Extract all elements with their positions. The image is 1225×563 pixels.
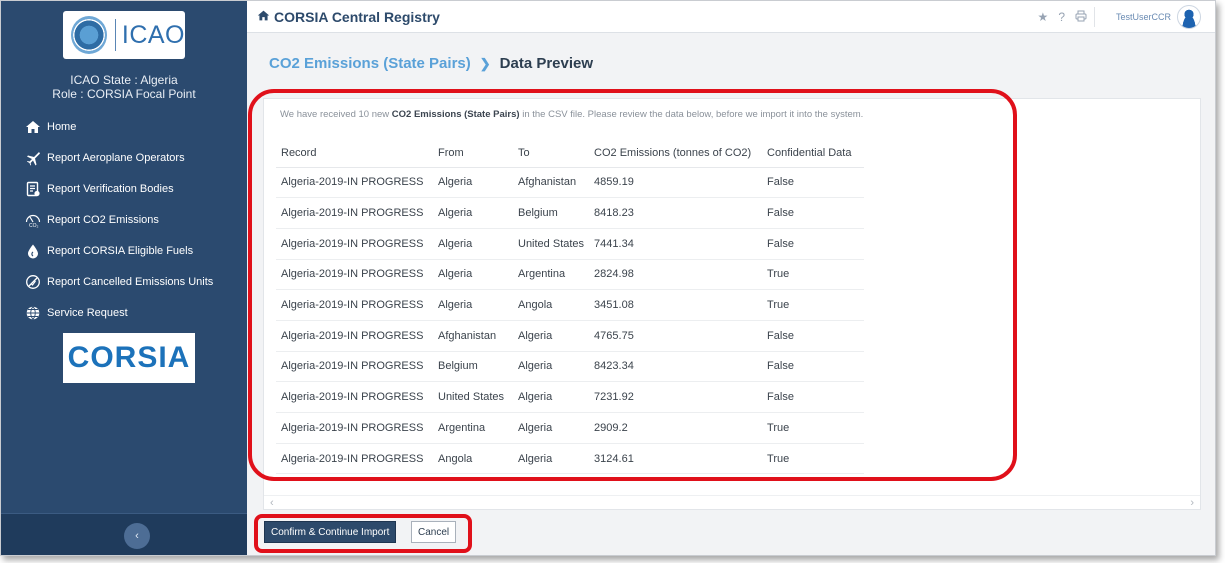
breadcrumb: CO2 Emissions (State Pairs) ❯ Data Previ…	[269, 55, 593, 72]
icao-emblem-icon	[71, 16, 108, 54]
print-icon[interactable]	[1075, 10, 1087, 25]
state-line: ICAO State : Algeria	[70, 73, 178, 87]
airplane-icon	[25, 150, 41, 166]
sidebar-item-label: Report CORSIA Eligible Fuels	[47, 244, 194, 257]
header-actions: ★ ?	[1038, 10, 1087, 25]
document-icon	[25, 181, 41, 197]
sidebar-item-eligible-fuels[interactable]: Report CORSIA Eligible Fuels	[1, 235, 247, 266]
sidebar-item-label: Home	[47, 120, 77, 133]
scroll-left-icon[interactable]: ‹	[270, 497, 274, 509]
help-icon[interactable]: ?	[1058, 10, 1065, 25]
sidebar-item-service-request[interactable]: Service Request	[1, 297, 247, 328]
sidebar-item-label: Report Aeroplane Operators	[47, 151, 185, 164]
sidebar-item-label: Report Cancelled Emissions Units	[47, 275, 214, 288]
corsia-logo: CORSIA	[63, 333, 195, 383]
role-line: Role : CORSIA Focal Point	[52, 87, 196, 101]
sidebar-nav: Home Report Aeroplane Operators Report V…	[1, 111, 247, 328]
fuel-drop-icon	[25, 243, 41, 259]
sidebar-item-cancelled-units[interactable]: Report Cancelled Emissions Units	[1, 266, 247, 297]
horizontal-scrollbar[interactable]: ‹ ›	[264, 495, 1200, 509]
highlight-outline-table	[248, 89, 1017, 481]
cancel-circle-icon	[25, 274, 41, 290]
scroll-right-icon[interactable]: ›	[1190, 497, 1194, 509]
svg-text:CO₂: CO₂	[29, 223, 39, 228]
sidebar-item-co2-emissions[interactable]: CO₂ Report CO2 Emissions	[1, 204, 247, 235]
header-divider	[1094, 7, 1095, 27]
globe-icon	[25, 305, 41, 321]
cancel-button[interactable]: Cancel	[411, 521, 457, 543]
home-icon	[257, 9, 270, 25]
icao-logo-text: ICAO	[121, 20, 185, 49]
collapse-sidebar-button[interactable]: ‹	[124, 523, 150, 549]
app-window: ICAO ICAO State : Algeria Role : CORSIA …	[0, 0, 1216, 556]
chevron-left-icon: ‹	[135, 530, 139, 542]
chevron-right-icon: ❯	[479, 55, 491, 71]
sidebar-item-label: Report Verification Bodies	[47, 182, 174, 195]
sidebar-item-label: Report CO2 Emissions	[47, 213, 159, 226]
sidebar-item-label: Service Request	[47, 306, 128, 319]
co2-icon: CO₂	[25, 212, 41, 228]
sidebar: ICAO ICAO State : Algeria Role : CORSIA …	[1, 1, 247, 555]
breadcrumb-parent-link[interactable]: CO2 Emissions (State Pairs)	[269, 55, 471, 72]
sidebar-item-home[interactable]: Home	[1, 111, 247, 142]
star-icon[interactable]: ★	[1038, 10, 1049, 25]
header: CORSIA Central Registry ★ ? TestUserCCR	[247, 1, 1215, 33]
sidebar-item-verification-bodies[interactable]: Report Verification Bodies	[1, 173, 247, 204]
app-title[interactable]: CORSIA Central Registry	[257, 9, 440, 25]
breadcrumb-current: Data Preview	[499, 55, 594, 72]
user-context: ICAO State : Algeria Role : CORSIA Focal…	[1, 73, 247, 101]
user-menu[interactable]: TestUserCCR	[1116, 5, 1201, 29]
sidebar-item-aeroplane-operators[interactable]: Report Aeroplane Operators	[1, 142, 247, 173]
app-title-text: CORSIA Central Registry	[274, 9, 440, 25]
user-name: TestUserCCR	[1115, 12, 1171, 22]
sidebar-footer: ‹	[1, 513, 247, 555]
confirm-import-button[interactable]: Confirm & Continue Import	[264, 521, 397, 543]
logo-divider	[115, 19, 116, 51]
icao-logo[interactable]: ICAO	[63, 11, 185, 59]
home-icon	[25, 119, 41, 135]
avatar	[1177, 5, 1201, 29]
